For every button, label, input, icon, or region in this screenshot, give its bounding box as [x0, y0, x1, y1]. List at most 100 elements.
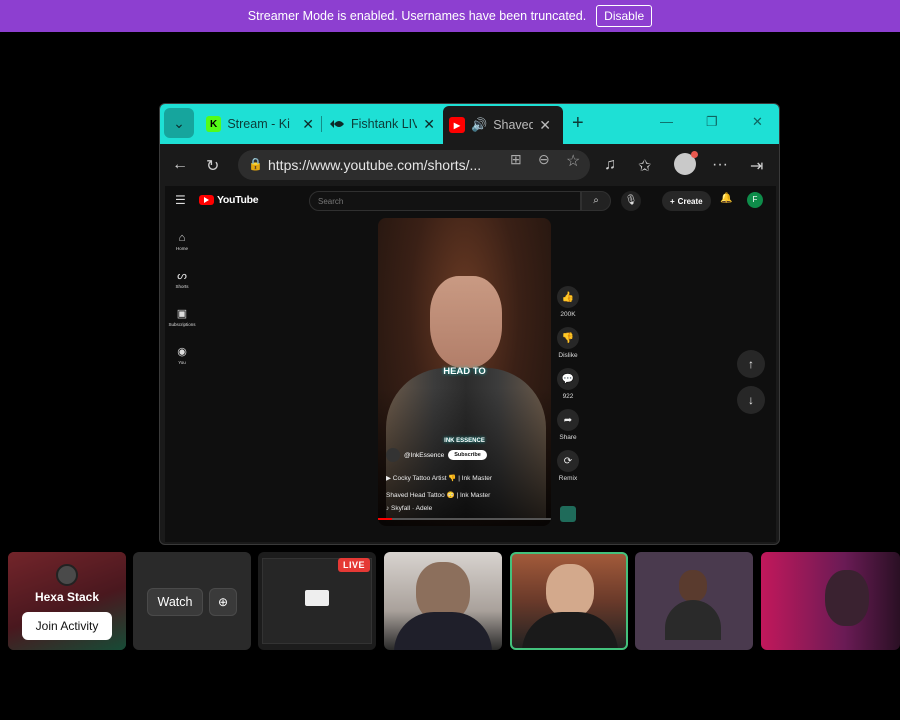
video-playlist-line[interactable]: ▶ Cocky Tattoo Artist 👎 | Ink Master [386, 474, 492, 482]
minimize-button[interactable]: — [660, 114, 673, 129]
sidebar-item-label: You [178, 360, 186, 365]
share-label: Share [559, 434, 577, 441]
thumbs-down-icon[interactable]: 👎 [557, 327, 579, 349]
progress-fill [378, 518, 392, 520]
streamer-mode-banner: Streamer Mode is enabled. Usernames have… [0, 0, 900, 32]
video-tile-participant-4[interactable] [761, 552, 900, 650]
participant-face [825, 570, 869, 626]
watch-button[interactable]: Watch [147, 588, 203, 616]
monitor-icon [305, 590, 329, 606]
like-count: 200K [560, 311, 576, 318]
popout-icon[interactable]: ⊕ [209, 588, 237, 616]
channel-row: @InkEssence Subscribe [386, 448, 487, 462]
hamburger-menu-icon[interactable]: ☰ [175, 193, 186, 207]
banner-message: Streamer Mode is enabled. Usernames have… [247, 9, 587, 23]
refresh-button[interactable]: ↻ [206, 156, 219, 176]
remix-label: Remix [558, 475, 578, 482]
tab-kick[interactable]: K Stream - Ki ✕ [200, 108, 320, 140]
youtube-header: ☰ YouTube Search ⌕ 🎙 + Create 🔔 F [165, 186, 776, 216]
tab-fishtank[interactable]: Fishtank LIV ✕ [323, 108, 441, 140]
subscriptions-icon: ▣ [176, 308, 188, 320]
back-button[interactable]: ← [172, 156, 188, 174]
comment-count: 922 [562, 393, 574, 400]
stream-tile-watch[interactable]: Watch ⊕ [133, 552, 251, 650]
video-tile-participant-1[interactable] [384, 552, 502, 650]
restore-button[interactable]: ❐ [706, 114, 718, 130]
youtube-sidebar: ⌂ Home ᔕ Shorts ▣ Subscriptions ◉ You [165, 222, 199, 374]
tab-strip: ⌄ K Stream - Ki ✕ Fishtank LIV ✕ ▶ 🔊 Sha… [160, 104, 779, 144]
sidebar-item-shorts[interactable]: ᔕ Shorts [165, 260, 199, 298]
logo-text: YouTube [217, 194, 259, 206]
url-text: https://www.youtube.com/shorts/... [268, 157, 482, 173]
like-action: 👍 200K [555, 286, 581, 318]
search-input[interactable]: Search [309, 191, 581, 211]
participant-body [665, 600, 721, 640]
home-icon: ⌂ [178, 231, 186, 244]
sidebar-item-home[interactable]: ⌂ Home [165, 222, 199, 260]
browser-window: ⌄ K Stream - Ki ✕ Fishtank LIV ✕ ▶ 🔊 Sha… [159, 103, 780, 545]
profile-avatar[interactable] [674, 151, 698, 175]
close-icon[interactable]: ✕ [539, 117, 551, 134]
create-label: Create [677, 196, 703, 206]
video-music[interactable]: ♪ Skyfall · Adele [386, 505, 432, 512]
youtube-page: ☰ YouTube Search ⌕ 🎙 + Create 🔔 F ⌂ Home… [165, 186, 776, 542]
lock-icon[interactable]: 🔒 [248, 157, 263, 171]
zoom-icon[interactable]: ⊖ [538, 151, 550, 168]
video-tile-participant-speaking[interactable] [510, 552, 628, 650]
apps-icon[interactable]: ⊞ [510, 151, 522, 168]
sidebar-toggle-icon[interactable]: ⇥ [750, 156, 763, 176]
media-control-icon[interactable]: ♫ [604, 156, 616, 174]
shorts-icon: ᔕ [177, 270, 187, 282]
tab-youtube-active[interactable]: ▶ 🔊 Shaved ✕ [443, 106, 563, 144]
close-window-button[interactable]: ✕ [752, 114, 763, 130]
tab-list-dropdown[interactable]: ⌄ [164, 108, 194, 138]
create-button[interactable]: + Create [662, 191, 711, 211]
kick-icon: K [206, 116, 222, 132]
video-caption: HEAD TO [443, 366, 486, 377]
sidebar-item-you[interactable]: ◉ You [165, 336, 199, 374]
video-tile-participant-3[interactable] [635, 552, 753, 650]
previous-short-button[interactable]: ↑ [737, 350, 765, 378]
search-icon[interactable]: ⌕ [581, 191, 611, 211]
favorite-star-icon[interactable]: ☆ [566, 151, 580, 171]
thumbs-up-icon[interactable]: 👍 [557, 286, 579, 308]
tab-title: Shaved [493, 118, 534, 132]
shorts-video-player[interactable]: HEAD TO INK ESSENCE @InkEssence Subscrib… [378, 218, 551, 526]
participant-face [546, 564, 594, 618]
channel-avatar[interactable] [386, 448, 400, 462]
comment-icon[interactable]: 💬 [557, 368, 579, 390]
dislike-action: 👎 Dislike [555, 327, 581, 359]
shorts-action-bar: 👍 200K 👎 Dislike 💬 922 ➦ Share ⟳ Remix [555, 286, 581, 491]
video-progress-bar[interactable] [378, 518, 551, 520]
tab-title: Fishtank LIV [351, 117, 418, 131]
subscribe-button[interactable]: Subscribe [448, 450, 487, 460]
favorites-icon[interactable]: ✩ [638, 156, 651, 176]
youtube-play-icon [199, 195, 214, 205]
more-menu-icon[interactable]: ··· [712, 156, 728, 174]
new-tab-button[interactable]: + [572, 112, 584, 135]
close-icon[interactable]: ✕ [423, 116, 435, 133]
participant-body [394, 612, 492, 650]
youtube-logo[interactable]: YouTube [199, 194, 259, 206]
channel-handle[interactable]: @InkEssence [404, 452, 444, 459]
user-avatar[interactable]: F [747, 192, 763, 208]
share-icon[interactable]: ➦ [557, 409, 579, 431]
share-action: ➦ Share [555, 409, 581, 441]
next-short-button[interactable]: ↓ [737, 386, 765, 414]
tab-title: Stream - Ki [227, 117, 290, 131]
microphone-icon[interactable]: 🎙 [621, 191, 641, 211]
speaker-icon[interactable]: 🔊 [471, 117, 487, 133]
stream-tile-screen[interactable]: LIVE [258, 552, 376, 650]
video-title[interactable]: Shaved Head Tattoo 😳 | Ink Master [386, 491, 490, 499]
join-activity-button[interactable]: Join Activity [22, 612, 112, 640]
sound-thumbnail-icon[interactable] [560, 506, 576, 522]
comments-action: 💬 922 [555, 368, 581, 400]
activity-tile-user[interactable]: Hexa Stack Join Activity [8, 552, 126, 650]
disable-button[interactable]: Disable [596, 5, 653, 27]
participant-face [679, 570, 707, 602]
you-icon: ◉ [177, 346, 187, 358]
sidebar-item-subscriptions[interactable]: ▣ Subscriptions [165, 298, 199, 336]
close-icon[interactable]: ✕ [302, 116, 314, 133]
notifications-bell-icon[interactable]: 🔔 [720, 193, 732, 204]
remix-icon[interactable]: ⟳ [557, 450, 579, 472]
